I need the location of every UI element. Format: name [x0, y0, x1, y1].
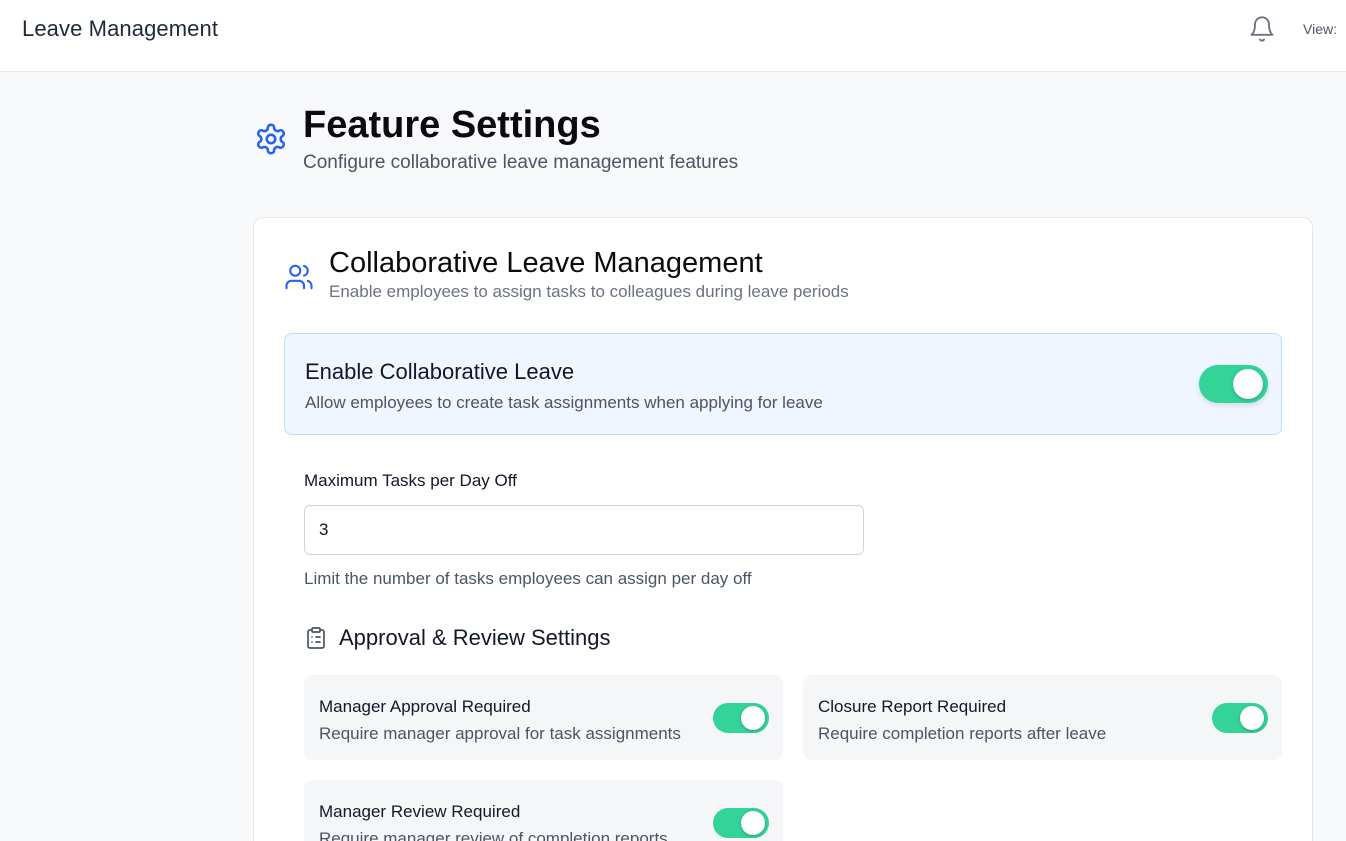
top-bar: Leave Management View:	[0, 0, 1346, 72]
app-title: Leave Management	[22, 16, 219, 41]
page-title: Feature Settings	[303, 104, 601, 146]
max-tasks-input[interactable]	[304, 505, 864, 555]
page-subtitle: Configure collaborative leave management…	[303, 152, 739, 173]
setting-title: Manager Approval Required	[319, 697, 531, 716]
setting-description: Require completion reports after leave	[818, 724, 1107, 743]
manager-approval-toggle[interactable]	[713, 703, 769, 733]
setting-title: Manager Review Required	[319, 802, 521, 821]
max-tasks-label: Maximum Tasks per Day Off	[304, 471, 517, 490]
setting-description: Require manager review of completion rep…	[319, 829, 668, 841]
view-label: View:	[1303, 21, 1337, 37]
enable-collaborative-leave-toggle[interactable]	[1199, 365, 1268, 403]
enable-collaborative-leave-description: Allow employees to create task assignmen…	[305, 393, 823, 412]
max-tasks-help: Limit the number of tasks employees can …	[304, 569, 752, 588]
enable-collaborative-leave-title: Enable Collaborative Leave	[305, 359, 575, 384]
closure-report-setting: Closure Report Required Require completi…	[803, 675, 1282, 760]
section-title: Collaborative Leave Management	[329, 247, 763, 279]
closure-report-toggle[interactable]	[1212, 703, 1268, 733]
bell-icon[interactable]	[1248, 15, 1276, 43]
section-subtitle: Enable employees to assign tasks to coll…	[329, 282, 849, 301]
manager-review-toggle[interactable]	[713, 808, 769, 838]
setting-title: Closure Report Required	[818, 697, 1007, 716]
users-icon	[284, 262, 314, 292]
toggle-knob	[1240, 706, 1264, 730]
manager-approval-setting: Manager Approval Required Require manage…	[304, 675, 783, 760]
manager-review-setting: Manager Review Required Require manager …	[304, 780, 783, 841]
setting-description: Require manager approval for task assign…	[319, 724, 681, 743]
toggle-knob	[741, 811, 765, 835]
gear-icon	[254, 122, 288, 156]
clipboard-list-icon	[304, 625, 328, 651]
approval-section-title: Approval & Review Settings	[339, 625, 611, 650]
toggle-knob	[741, 706, 765, 730]
toggle-knob	[1233, 369, 1263, 399]
